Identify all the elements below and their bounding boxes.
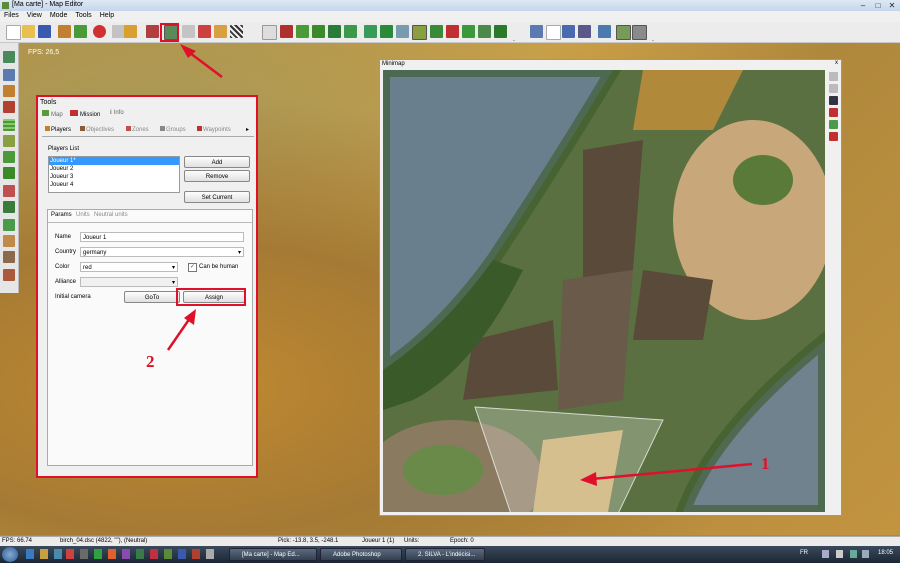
annotation-overlay: [166, 44, 753, 486]
status-object: birch_04.dsc (4822, ""), (Neutral): [60, 538, 148, 544]
status-units: Units:: [404, 538, 420, 544]
task-map-editor[interactable]: [Ma carte] - Map Ed...: [229, 548, 317, 561]
tray-icon[interactable]: [850, 550, 857, 558]
arrow-to-assign: [166, 317, 192, 351]
taskbar: [Ma carte] - Map Ed... Adobe Photoshop 2…: [0, 546, 900, 563]
app-icon[interactable]: [164, 549, 172, 559]
chat-icon[interactable]: [94, 549, 102, 559]
status-player: Joueur 1 (1): [362, 538, 395, 544]
status-epoch: Epoch: 0: [450, 538, 474, 544]
annotation-number-1: 1: [761, 454, 770, 473]
arrow-to-minimap: [591, 462, 753, 481]
app-icon[interactable]: [136, 549, 144, 559]
app-icon[interactable]: [192, 549, 200, 559]
app-icon[interactable]: [178, 549, 186, 559]
start-button[interactable]: [2, 547, 18, 562]
task-music[interactable]: 2. SILVA - L'indécisi...: [405, 548, 485, 561]
explorer-icon[interactable]: [40, 549, 48, 559]
app-icon[interactable]: [150, 549, 158, 559]
task-photoshop[interactable]: Adobe Photoshop: [320, 548, 402, 561]
media-icon[interactable]: [54, 549, 62, 559]
game-icon[interactable]: [66, 549, 74, 559]
settings-icon[interactable]: [80, 549, 88, 559]
annotation-number-2: 2: [146, 352, 155, 371]
tray-icon[interactable]: [862, 550, 869, 558]
ie-icon[interactable]: [26, 549, 34, 559]
language-indicator[interactable]: FR: [800, 550, 808, 556]
status-fps: FPS: 66.74: [2, 538, 33, 544]
network-icon[interactable]: [822, 550, 829, 558]
volume-icon[interactable]: [836, 550, 843, 558]
firefox-icon[interactable]: [108, 549, 116, 559]
clock[interactable]: 18:05: [878, 550, 893, 556]
app-icon[interactable]: [122, 549, 130, 559]
arrowhead-minimap: [580, 472, 597, 486]
status-pick: Pick: -13.8, 3.5, -248.1: [278, 538, 339, 544]
app-icon[interactable]: [206, 549, 214, 559]
